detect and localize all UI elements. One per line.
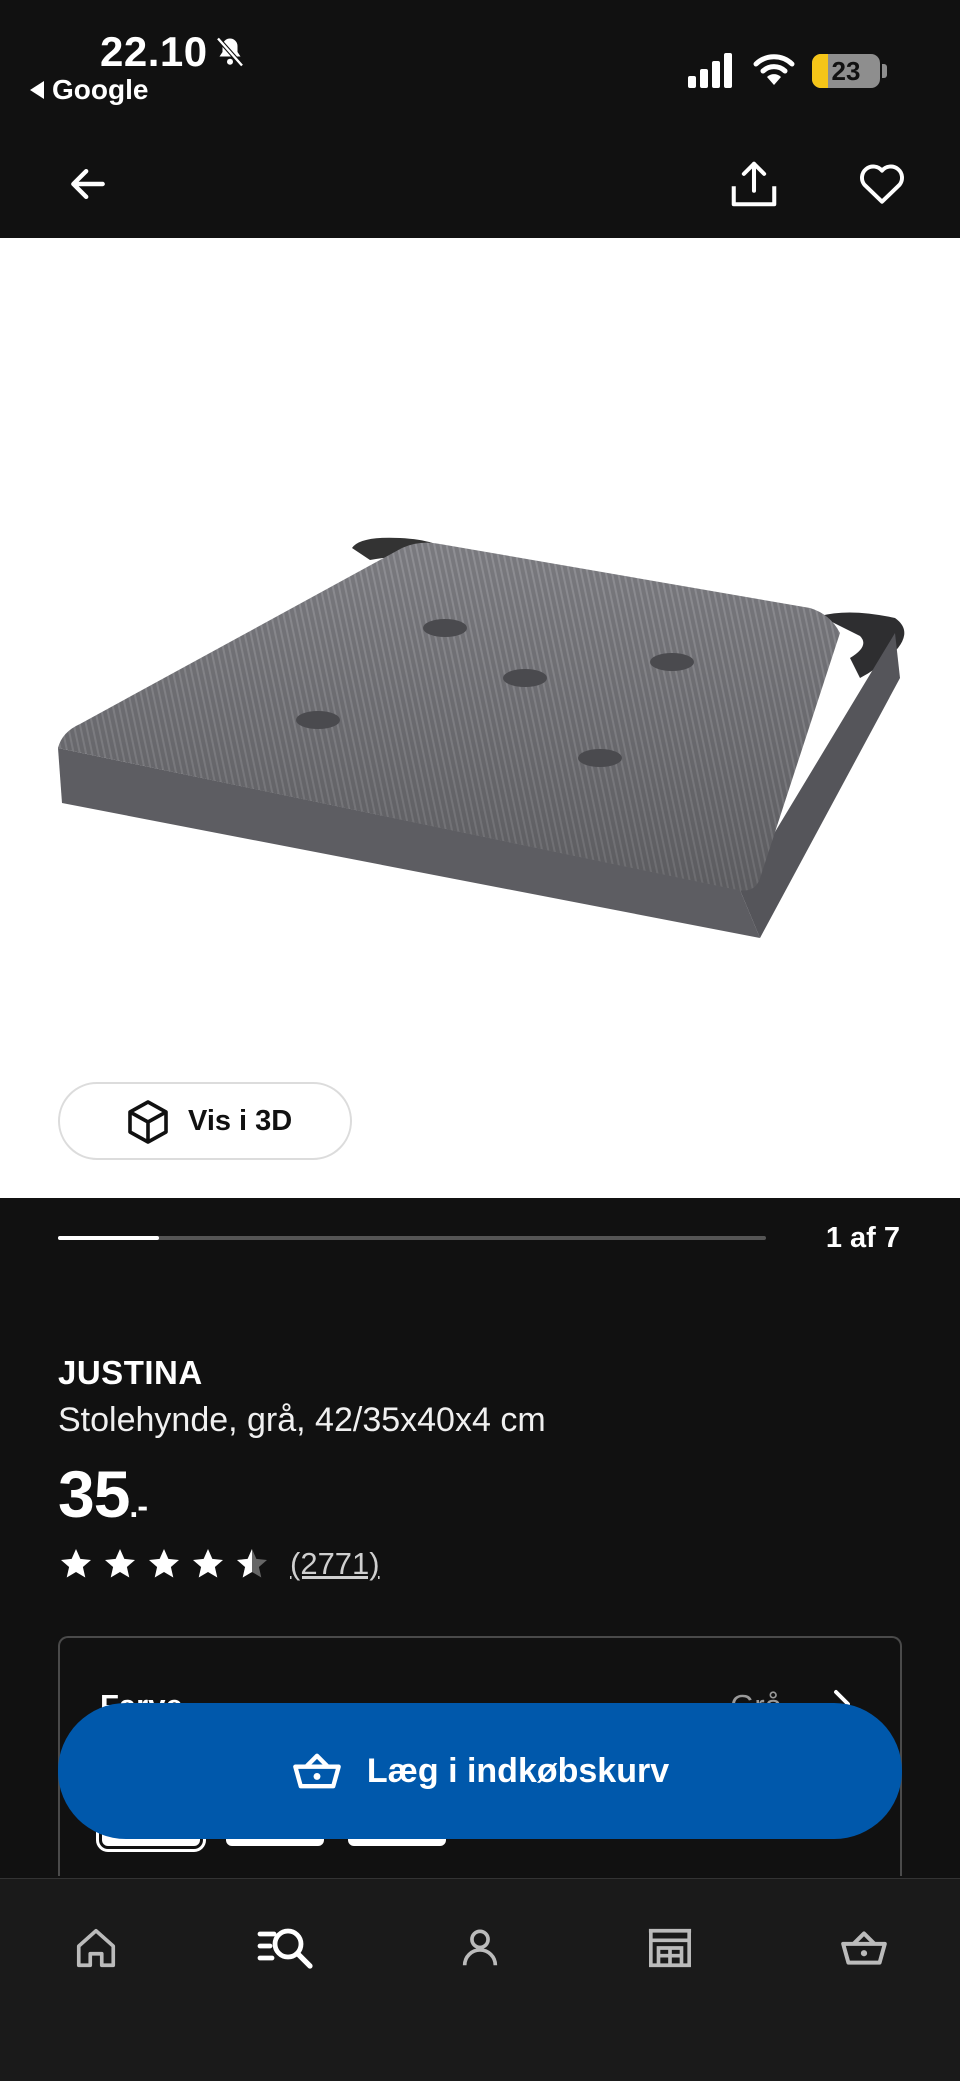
nav-basket[interactable] [824, 1913, 904, 1983]
back-button[interactable] [54, 150, 122, 218]
review-count-link[interactable]: (2771) [290, 1546, 380, 1582]
share-icon [731, 161, 777, 207]
star-full-icon [105, 1549, 135, 1578]
profile-icon [462, 1929, 498, 1966]
battery-percent: 23 [831, 56, 861, 86]
basket-icon [841, 1931, 887, 1965]
back-triangle-icon [30, 81, 44, 99]
wifi-icon [753, 54, 795, 85]
store-icon [648, 1928, 692, 1968]
basket-icon [293, 1753, 341, 1789]
nav-home[interactable] [56, 1913, 136, 1983]
battery-icon: 23 [812, 54, 880, 88]
star-half-icon [237, 1549, 267, 1578]
rating[interactable]: (2771) [58, 1546, 380, 1582]
share-button[interactable] [720, 150, 788, 218]
home-icon [76, 1928, 116, 1968]
battery-tip [882, 64, 887, 78]
bell-muted-icon [216, 37, 244, 67]
add-to-basket-label: Læg i indkøbskurv [366, 1751, 670, 1790]
price-suffix: .- [129, 1488, 148, 1524]
search-list-icon [257, 1928, 313, 1969]
app-toolbar [0, 130, 960, 238]
status-time: 22.10 [100, 28, 208, 75]
signal-icon [688, 53, 732, 88]
heart-icon [860, 164, 904, 204]
view-in-3d-button[interactable]: Vis i 3D [58, 1082, 352, 1160]
price-value: 35 [58, 1457, 130, 1531]
back-app-label: Google [52, 74, 149, 105]
nav-search[interactable] [246, 1913, 326, 1983]
product-description: Stolehynde, grå, 42/35x40x4 cm [58, 1401, 546, 1439]
nav-profile[interactable] [440, 1913, 520, 1983]
favourite-button[interactable] [848, 150, 916, 218]
product-image [58, 537, 905, 938]
back-arrow-icon [71, 168, 105, 200]
product-price: 35.- [58, 1456, 148, 1532]
add-to-basket-button[interactable]: Læg i indkøbskurv [58, 1703, 902, 1839]
carousel-progress-fill [58, 1236, 160, 1240]
carousel-counter: 1 af 7 [825, 1222, 900, 1254]
product-image-carousel[interactable]: Vis i 3D [0, 238, 960, 1198]
star-full-icon [193, 1549, 223, 1578]
back-to-app-link[interactable]: Google [30, 74, 148, 106]
star-full-icon [61, 1549, 91, 1578]
cube-icon [128, 1100, 168, 1144]
view-in-3d-label: Vis i 3D [188, 1104, 293, 1137]
nav-stores[interactable] [630, 1913, 710, 1983]
star-full-icon [149, 1549, 179, 1578]
bottom-navigation [0, 1878, 960, 2081]
status-bar: 22.10 Google 23 [0, 0, 960, 130]
carousel-progress-bar [58, 1236, 766, 1240]
product-name: JUSTINA [58, 1354, 203, 1391]
